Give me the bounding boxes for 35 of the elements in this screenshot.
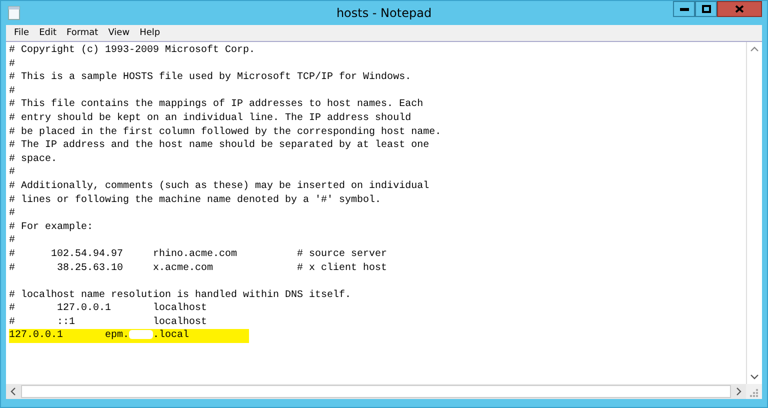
menu-item[interactable]: View	[103, 28, 135, 38]
text-line: # localhost name resolution is handled within DNS itself.	[9, 288, 352, 302]
text-line: #	[9, 84, 16, 98]
text-line: # This file contains the mappings of IP addresses to host names. Each	[9, 98, 424, 112]
menu-item[interactable]: Edit	[34, 28, 62, 38]
text-line: # 38.25.63.10 x.acme.com # x client host	[9, 262, 388, 276]
text-line: # Copyright (c) 1993-2009 Microsoft Corp.	[9, 44, 256, 58]
text-line: # 127.0.0.1 localhost	[9, 302, 208, 316]
maximize-icon	[702, 5, 710, 13]
text-line: # 102.54.94.97 rhino.acme.com # source server	[9, 248, 388, 262]
minimize-icon	[680, 8, 688, 10]
text-line: #	[9, 58, 16, 72]
text-line: # be placed in the first column followed by the corresponding host name.	[9, 126, 442, 140]
text-line: #	[9, 207, 16, 221]
text-line: # entry should be kept on an individual line. The IP address should	[9, 112, 412, 126]
text-line: #	[9, 234, 16, 248]
notepad-icon	[8, 6, 20, 20]
minimize-button[interactable]	[673, 1, 695, 17]
close-button[interactable]	[717, 1, 762, 17]
resize-grip-icon[interactable]	[749, 388, 759, 398]
menu-item[interactable]: Help	[134, 28, 166, 38]
text-line: # lines or following the machine name denoted by a '#' symbol.	[9, 194, 382, 208]
horizontal-scrollbar[interactable]	[6, 384, 746, 399]
maximize-button[interactable]	[695, 1, 717, 17]
text-line: # Additionally, comments (such as these) may be inserted on individual	[9, 180, 430, 194]
text-line: # This is a sample HOSTS file used by Microsoft TCP/IP for Windows.	[9, 71, 412, 85]
close-icon	[735, 5, 744, 13]
window-title: hosts - Notepad	[336, 6, 432, 20]
text-line: # space.	[9, 152, 58, 166]
text-line: # For example:	[9, 220, 94, 234]
menu-item[interactable]: File	[9, 28, 34, 38]
text-line: #	[9, 166, 16, 180]
text-line: # ::1 localhost	[9, 316, 208, 330]
text-line: # The IP address and the host name should be separated by at least one	[9, 139, 430, 153]
menu-item[interactable]: Format	[62, 28, 104, 38]
